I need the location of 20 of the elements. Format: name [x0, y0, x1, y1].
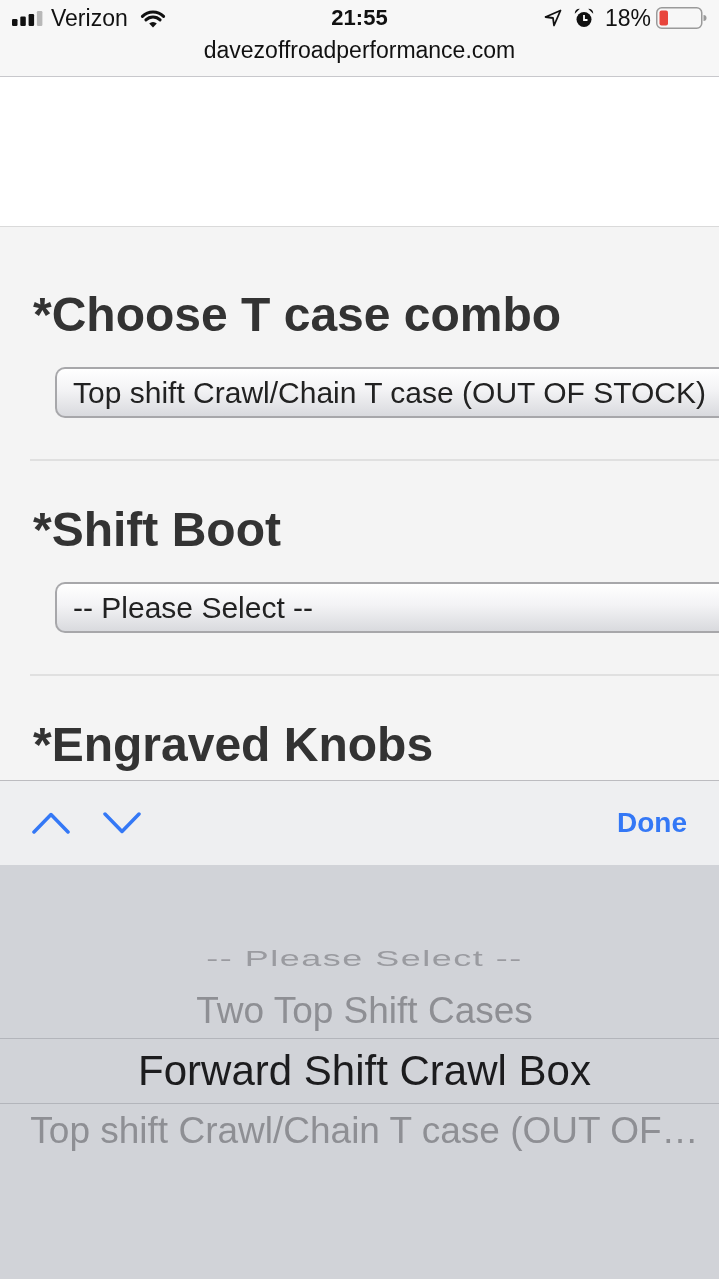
next-field-button[interactable] — [103, 812, 141, 834]
picker-option[interactable]: Forward Shift Crawl Box — [138, 1046, 591, 1096]
alarm-clock-icon — [573, 8, 594, 28]
battery-icon — [656, 7, 707, 29]
battery-percent: 18% — [604, 5, 651, 31]
wifi-icon — [139, 8, 166, 28]
previous-field-button[interactable] — [32, 812, 70, 834]
clock-time: 21:55 — [331, 5, 388, 31]
field-label: *Engraved Knobs — [33, 717, 434, 773]
field-label: *Shift Boot — [33, 502, 281, 558]
signal-icon — [12, 10, 43, 26]
location-arrow-icon — [543, 9, 562, 27]
select-dropdown[interactable]: Top shift Crawl/Chain T case (OUT OF STOCK) — [55, 367, 719, 418]
chevron-down-icon — [103, 812, 141, 834]
field-label: *Choose T case combo — [33, 287, 562, 343]
carrier-name: Verizon — [51, 5, 128, 31]
done-button[interactable]: Done — [617, 807, 687, 839]
select-dropdown[interactable]: -- Please Select -- — [55, 582, 719, 633]
url-text[interactable]: davezoffroadperformance.com — [203, 37, 516, 63]
chevron-up-icon — [32, 812, 70, 834]
